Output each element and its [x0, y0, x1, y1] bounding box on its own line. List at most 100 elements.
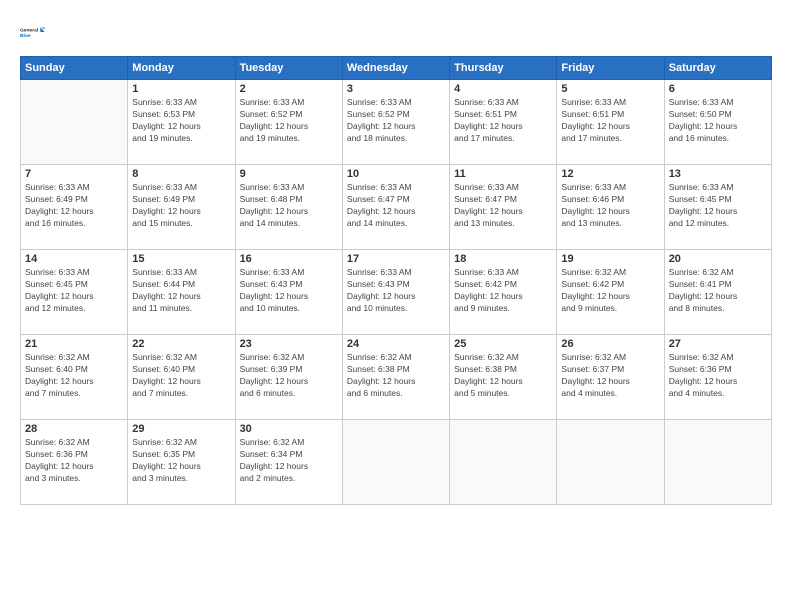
day-info: Sunrise: 6:33 AMSunset: 6:43 PMDaylight:…	[347, 267, 445, 315]
calendar-cell: 5 Sunrise: 6:33 AMSunset: 6:51 PMDaylight…	[557, 80, 664, 165]
calendar-week-row: 7 Sunrise: 6:33 AMSunset: 6:49 PMDaylight…	[21, 165, 772, 250]
day-number: 13	[669, 168, 767, 180]
calendar-cell: 25 Sunrise: 6:32 AMSunset: 6:38 PMDayligh…	[450, 335, 557, 420]
day-info: Sunrise: 6:33 AMSunset: 6:52 PMDaylight:…	[240, 97, 338, 145]
page-header: GeneralBlue	[20, 18, 772, 46]
calendar-cell: 12 Sunrise: 6:33 AMSunset: 6:46 PMDayligh…	[557, 165, 664, 250]
calendar-cell	[21, 80, 128, 165]
calendar-cell: 22Sunrise: 6:32 AMSunset: 6:40 PMDayligh…	[128, 335, 235, 420]
day-number: 5	[561, 83, 659, 95]
calendar-cell: 24Sunrise: 6:32 AMSunset: 6:38 PMDayligh…	[342, 335, 449, 420]
day-number: 23	[240, 338, 338, 350]
calendar-header-row: SundayMondayTuesdayWednesdayThursdayFrid…	[21, 57, 772, 80]
calendar-table: SundayMondayTuesdayWednesdayThursdayFrid…	[20, 56, 772, 505]
day-number: 2	[240, 83, 338, 95]
day-info: Sunrise: 6:32 AMSunset: 6:36 PMDaylight:…	[25, 437, 123, 485]
day-number: 26	[561, 338, 659, 350]
day-number: 16	[240, 253, 338, 265]
day-info: Sunrise: 6:33 AMSunset: 6:48 PMDaylight:…	[240, 182, 338, 230]
day-info: Sunrise: 6:32 AMSunset: 6:42 PMDaylight:…	[561, 267, 659, 315]
day-number: 6	[669, 83, 767, 95]
day-info: Sunrise: 6:32 AMSunset: 6:35 PMDaylight:…	[132, 437, 230, 485]
day-number: 7	[25, 168, 123, 180]
svg-text:General: General	[20, 27, 39, 33]
calendar-cell: 10 Sunrise: 6:33 AMSunset: 6:47 PMDayligh…	[342, 165, 449, 250]
day-number: 12	[561, 168, 659, 180]
day-number: 21	[25, 338, 123, 350]
day-info: Sunrise: 6:32 AMSunset: 6:34 PMDaylight:…	[240, 437, 338, 485]
day-number: 1	[132, 83, 230, 95]
day-info: Sunrise: 6:32 AMSunset: 6:39 PMDaylight:…	[240, 352, 338, 400]
logo-icon: GeneralBlue	[20, 18, 48, 46]
day-info: Sunrise: 6:33 AMSunset: 6:44 PMDaylight:…	[132, 267, 230, 315]
calendar-cell: 19Sunrise: 6:32 AMSunset: 6:42 PMDayligh…	[557, 250, 664, 335]
calendar-week-row: 1 Sunrise: 6:33 AMSunset: 6:53 PMDaylight…	[21, 80, 772, 165]
day-number: 24	[347, 338, 445, 350]
calendar-week-row: 21 Sunrise: 6:32 AMSunset: 6:40 PMDayligh…	[21, 335, 772, 420]
calendar-cell: 9 Sunrise: 6:33 AMSunset: 6:48 PMDaylight…	[235, 165, 342, 250]
day-info: Sunrise: 6:33 AMSunset: 6:47 PMDaylight:…	[347, 182, 445, 230]
day-info: Sunrise: 6:32 AMSunset: 6:37 PMDaylight:…	[561, 352, 659, 400]
day-number: 15	[132, 253, 230, 265]
day-info: Sunrise: 6:33 AMSunset: 6:51 PMDaylight:…	[454, 97, 552, 145]
calendar-cell: 27Sunrise: 6:32 AMSunset: 6:36 PMDayligh…	[664, 335, 771, 420]
day-number: 9	[240, 168, 338, 180]
logo: GeneralBlue	[20, 18, 48, 46]
day-info: Sunrise: 6:33 AMSunset: 6:46 PMDaylight:…	[561, 182, 659, 230]
day-number: 25	[454, 338, 552, 350]
calendar-cell: 18Sunrise: 6:33 AMSunset: 6:42 PMDayligh…	[450, 250, 557, 335]
day-number: 22	[132, 338, 230, 350]
calendar-cell	[342, 420, 449, 505]
day-info: Sunrise: 6:32 AMSunset: 6:41 PMDaylight:…	[669, 267, 767, 315]
day-info: Sunrise: 6:32 AMSunset: 6:38 PMDaylight:…	[454, 352, 552, 400]
day-info: Sunrise: 6:33 AMSunset: 6:49 PMDaylight:…	[132, 182, 230, 230]
day-number: 14	[25, 253, 123, 265]
day-header-saturday: Saturday	[664, 57, 771, 80]
day-header-thursday: Thursday	[450, 57, 557, 80]
day-number: 3	[347, 83, 445, 95]
calendar-cell: 14 Sunrise: 6:33 AMSunset: 6:45 PMDayligh…	[21, 250, 128, 335]
calendar-cell: 26 Sunrise: 6:32 AMSunset: 6:37 PMDayligh…	[557, 335, 664, 420]
svg-text:Blue: Blue	[20, 33, 31, 39]
day-info: Sunrise: 6:33 AMSunset: 6:42 PMDaylight:…	[454, 267, 552, 315]
calendar-cell: 4 Sunrise: 6:33 AMSunset: 6:51 PMDaylight…	[450, 80, 557, 165]
calendar-cell: 30 Sunrise: 6:32 AMSunset: 6:34 PMDayligh…	[235, 420, 342, 505]
day-info: Sunrise: 6:32 AMSunset: 6:36 PMDaylight:…	[669, 352, 767, 400]
calendar-cell: 15 Sunrise: 6:33 AMSunset: 6:44 PMDayligh…	[128, 250, 235, 335]
calendar-cell: 3 Sunrise: 6:33 AMSunset: 6:52 PMDaylight…	[342, 80, 449, 165]
calendar-cell: 7 Sunrise: 6:33 AMSunset: 6:49 PMDaylight…	[21, 165, 128, 250]
calendar-cell: 1 Sunrise: 6:33 AMSunset: 6:53 PMDaylight…	[128, 80, 235, 165]
calendar-cell: 21 Sunrise: 6:32 AMSunset: 6:40 PMDayligh…	[21, 335, 128, 420]
day-number: 17	[347, 253, 445, 265]
day-header-friday: Friday	[557, 57, 664, 80]
calendar-cell: 8Sunrise: 6:33 AMSunset: 6:49 PMDaylight…	[128, 165, 235, 250]
calendar-week-row: 14 Sunrise: 6:33 AMSunset: 6:45 PMDayligh…	[21, 250, 772, 335]
day-info: Sunrise: 6:33 AMSunset: 6:49 PMDaylight:…	[25, 182, 123, 230]
day-info: Sunrise: 6:33 AMSunset: 6:45 PMDaylight:…	[25, 267, 123, 315]
day-number: 30	[240, 423, 338, 435]
calendar-cell: 11 Sunrise: 6:33 AMSunset: 6:47 PMDayligh…	[450, 165, 557, 250]
calendar-week-row: 28 Sunrise: 6:32 AMSunset: 6:36 PMDayligh…	[21, 420, 772, 505]
calendar-cell: 29 Sunrise: 6:32 AMSunset: 6:35 PMDayligh…	[128, 420, 235, 505]
day-number: 20	[669, 253, 767, 265]
day-number: 28	[25, 423, 123, 435]
calendar-cell: 17 Sunrise: 6:33 AMSunset: 6:43 PMDayligh…	[342, 250, 449, 335]
calendar-cell: 28 Sunrise: 6:32 AMSunset: 6:36 PMDayligh…	[21, 420, 128, 505]
day-info: Sunrise: 6:33 AMSunset: 6:53 PMDaylight:…	[132, 97, 230, 145]
day-info: Sunrise: 6:33 AMSunset: 6:47 PMDaylight:…	[454, 182, 552, 230]
day-info: Sunrise: 6:33 AMSunset: 6:45 PMDaylight:…	[669, 182, 767, 230]
day-header-tuesday: Tuesday	[235, 57, 342, 80]
calendar-cell: 20 Sunrise: 6:32 AMSunset: 6:41 PMDayligh…	[664, 250, 771, 335]
day-info: Sunrise: 6:33 AMSunset: 6:51 PMDaylight:…	[561, 97, 659, 145]
calendar-cell: 13 Sunrise: 6:33 AMSunset: 6:45 PMDayligh…	[664, 165, 771, 250]
day-number: 29	[132, 423, 230, 435]
day-number: 10	[347, 168, 445, 180]
day-header-wednesday: Wednesday	[342, 57, 449, 80]
calendar-cell	[557, 420, 664, 505]
day-number: 11	[454, 168, 552, 180]
day-info: Sunrise: 6:33 AMSunset: 6:52 PMDaylight:…	[347, 97, 445, 145]
calendar-cell	[450, 420, 557, 505]
day-number: 4	[454, 83, 552, 95]
day-header-sunday: Sunday	[21, 57, 128, 80]
day-info: Sunrise: 6:32 AMSunset: 6:40 PMDaylight:…	[25, 352, 123, 400]
